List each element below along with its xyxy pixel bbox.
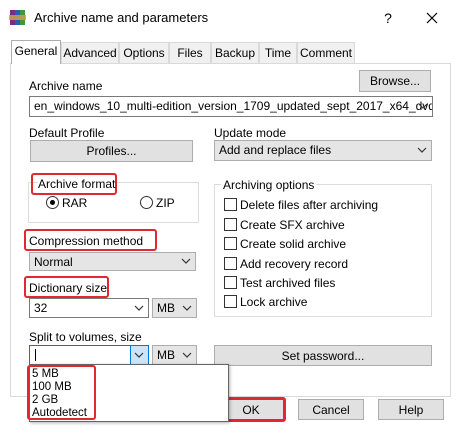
- chevron-down-icon: [418, 103, 428, 109]
- create-sfx-label[interactable]: Create SFX archive: [240, 218, 345, 232]
- close-icon[interactable]: [423, 9, 441, 27]
- winrar-icon: [9, 9, 26, 26]
- recovery-record-checkbox[interactable]: [224, 257, 237, 270]
- delete-files-label[interactable]: Delete files after archiving: [240, 198, 378, 212]
- chevron-down-icon: [134, 352, 144, 358]
- help-icon[interactable]: ?: [380, 9, 396, 27]
- create-sfx-checkbox[interactable]: [224, 218, 237, 231]
- window-title: Archive name and parameters: [34, 10, 209, 25]
- archive-name-label: Archive name: [29, 79, 103, 93]
- tab-time[interactable]: Time: [259, 42, 297, 63]
- dropdown-options-highlight: [27, 365, 96, 420]
- split-volumes-dropdown-button[interactable]: [130, 346, 148, 364]
- create-solid-label[interactable]: Create solid archive: [240, 237, 346, 251]
- dictionary-size-value: 32: [34, 301, 48, 315]
- text-cursor: [35, 349, 36, 361]
- title-bar: Archive name and parameters ?: [0, 0, 461, 36]
- chevron-down-icon: [182, 352, 192, 358]
- dictionary-size-select[interactable]: 32: [29, 298, 149, 318]
- dictionary-size-label: Dictionary size: [29, 281, 108, 295]
- rar-label[interactable]: RAR: [62, 196, 87, 210]
- browse-button[interactable]: Browse...: [359, 70, 431, 92]
- update-mode-label: Update mode: [214, 126, 287, 140]
- chevron-down-icon: [134, 305, 144, 311]
- dictionary-unit-select[interactable]: MB: [152, 298, 197, 318]
- chevron-down-icon: [181, 258, 191, 264]
- tab-options[interactable]: Options: [119, 42, 169, 63]
- tab-comment[interactable]: Comment: [297, 42, 355, 63]
- archive-name-value: en_windows_10_multi-edition_version_1709…: [34, 99, 433, 113]
- update-mode-value: Add and replace files: [219, 143, 332, 157]
- tab-backup[interactable]: Backup: [211, 42, 259, 63]
- delete-files-checkbox[interactable]: [224, 198, 237, 211]
- profiles-button[interactable]: Profiles...: [30, 140, 193, 162]
- dictionary-unit-value: MB: [157, 301, 175, 315]
- default-profile-label: Default Profile: [29, 126, 105, 140]
- help-button[interactable]: Help: [378, 399, 444, 420]
- cancel-button[interactable]: Cancel: [298, 399, 364, 420]
- archive-name-input[interactable]: en_windows_10_multi-edition_version_1709…: [29, 96, 433, 117]
- split-volumes-input[interactable]: [29, 345, 149, 365]
- rar-radio[interactable]: [46, 196, 59, 209]
- chevron-down-icon: [182, 305, 192, 311]
- lock-archive-checkbox[interactable]: [224, 295, 237, 308]
- tab-general[interactable]: General: [11, 40, 61, 64]
- set-password-button[interactable]: Set password...: [214, 345, 432, 366]
- archiving-options-label: Archiving options: [221, 178, 317, 192]
- test-archived-label[interactable]: Test archived files: [240, 276, 335, 290]
- compression-method-label: Compression method: [29, 234, 144, 248]
- compression-method-select[interactable]: Normal: [29, 252, 196, 271]
- compression-method-value: Normal: [34, 255, 73, 269]
- archive-format-label: Archive format: [38, 177, 116, 191]
- chevron-down-icon: [417, 147, 427, 153]
- tab-bar: General Advanced Options Files Backup Ti…: [0, 40, 461, 64]
- tab-advanced[interactable]: Advanced: [61, 42, 119, 63]
- split-unit-select[interactable]: MB: [152, 345, 197, 365]
- create-solid-checkbox[interactable]: [224, 237, 237, 250]
- recovery-record-label[interactable]: Add recovery record: [240, 257, 348, 271]
- tab-files[interactable]: Files: [169, 42, 211, 63]
- split-unit-value: MB: [157, 348, 175, 362]
- lock-archive-label[interactable]: Lock archive: [240, 295, 307, 309]
- update-mode-select[interactable]: Add and replace files: [214, 140, 432, 161]
- zip-radio[interactable]: [140, 196, 153, 209]
- test-archived-checkbox[interactable]: [224, 276, 237, 289]
- zip-label[interactable]: ZIP: [156, 196, 175, 210]
- split-volumes-label: Split to volumes, size: [29, 330, 142, 344]
